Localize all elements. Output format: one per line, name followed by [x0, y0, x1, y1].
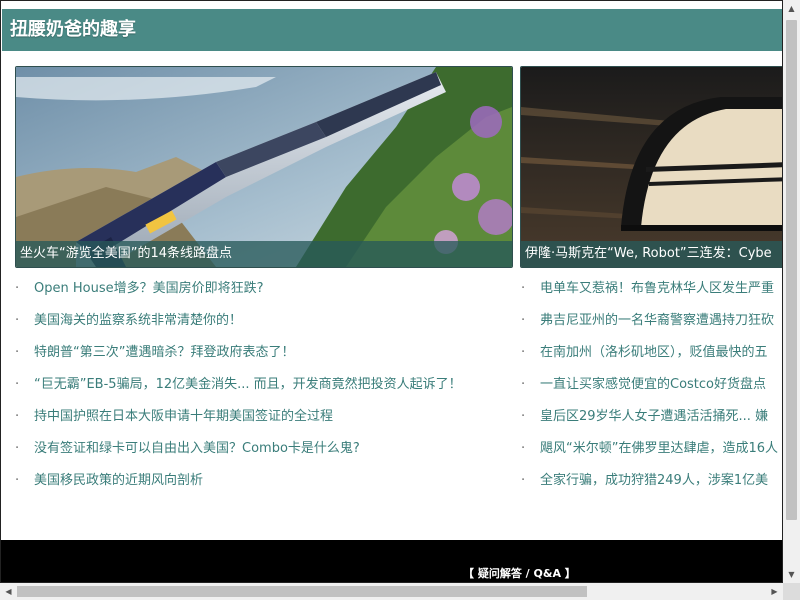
article-link[interactable]: 皇后区29岁华人女子遭遇活活捅死... 嫌	[540, 409, 768, 424]
article-link[interactable]: 在南加州（洛杉矶地区），贬值最快的五	[540, 345, 768, 360]
list-item[interactable]: · 全家行骗，成功狩猎249人，涉案1亿美	[521, 471, 782, 503]
bullet-icon: ·	[15, 313, 20, 328]
article-link[interactable]: 美国移民政策的近期风向剖析	[34, 473, 203, 488]
robotaxi-photo	[521, 67, 782, 267]
faq-link[interactable]: 【 疑问解答 / Q&A 】	[463, 565, 576, 581]
article-link[interactable]: 弗吉尼亚州的一名华裔警察遭遇持刀狂砍	[540, 313, 774, 328]
bullet-icon: ·	[521, 473, 526, 488]
bullet-icon: ·	[521, 441, 526, 456]
train-photo	[16, 67, 512, 267]
page-frame: 扭腰奶爸的趣享 坐火车“游览全美国”的14条线路盘点 伊隆·马斯克在“We, R…	[0, 0, 783, 583]
featured-card-robot[interactable]: 伊隆·马斯克在“We, Robot”三连发：Cybe	[520, 66, 782, 268]
list-item[interactable]: · 特朗普“第三次”遭遇暗杀？拜登政府表态了！	[15, 343, 505, 375]
article-link[interactable]: Open House增多？美国房价即将狂跌?	[34, 281, 264, 296]
list-item[interactable]: · 在南加州（洛杉矶地区），贬值最快的五	[521, 343, 782, 375]
article-list-left: · Open House增多？美国房价即将狂跌? · 美国海关的监察系统非常清楚你的…	[15, 279, 505, 503]
article-link[interactable]: 美国海关的监察系统非常清楚你的！	[34, 313, 242, 328]
list-item[interactable]: · Open House增多？美国房价即将狂跌?	[15, 279, 505, 311]
featured-caption[interactable]: 坐火车“游览全美国”的14条线路盘点	[16, 241, 512, 267]
featured-card-train[interactable]: 坐火车“游览全美国”的14条线路盘点	[15, 66, 513, 268]
site-title[interactable]: 扭腰奶爸的趣享	[10, 19, 136, 40]
list-item[interactable]: · 没有签证和绿卡可以自由出入美国？Combo卡是什么鬼?	[15, 439, 505, 471]
scroll-left-icon[interactable]: ◀	[0, 583, 17, 600]
article-list-right: · 电单车又惹祸！布鲁克林华人区发生严重 · 弗吉尼亚州的一名华裔警察遭遇持刀狂砍 …	[521, 279, 782, 503]
vertical-scroll-thumb[interactable]	[786, 20, 797, 520]
bullet-icon: ·	[15, 281, 20, 296]
list-item[interactable]: · “巨无霸”EB-5骗局，12亿美金消失... 而且，开发商竟然把投资人起诉了！	[15, 375, 505, 407]
scrollbar-corner	[783, 583, 800, 600]
bullet-icon: ·	[521, 313, 526, 328]
list-item[interactable]: · 飓风“米尔顿”在佛罗里达肆虐，造成16人	[521, 439, 782, 471]
article-link[interactable]: 特朗普“第三次”遭遇暗杀？拜登政府表态了！	[34, 345, 294, 360]
bullet-icon: ·	[15, 441, 20, 456]
list-item[interactable]: · 一直让买家感觉便宜的Costco好货盘点	[521, 375, 782, 407]
list-item[interactable]: · 弗吉尼亚州的一名华裔警察遭遇持刀狂砍	[521, 311, 782, 343]
horizontal-scroll-thumb[interactable]	[17, 586, 587, 597]
article-link[interactable]: 一直让买家感觉便宜的Costco好货盘点	[540, 377, 766, 392]
list-item[interactable]: · 美国移民政策的近期风向剖析	[15, 471, 505, 503]
article-link[interactable]: 持中国护照在日本大阪申请十年期美国签证的全过程	[34, 409, 333, 424]
scroll-right-icon[interactable]: ▶	[766, 583, 783, 600]
list-item[interactable]: · 皇后区29岁华人女子遭遇活活捅死... 嫌	[521, 407, 782, 439]
article-link[interactable]: 全家行骗，成功狩猎249人，涉案1亿美	[540, 473, 768, 488]
bullet-icon: ·	[521, 377, 526, 392]
bullet-icon: ·	[15, 473, 20, 488]
featured-caption[interactable]: 伊隆·马斯克在“We, Robot”三连发：Cybe	[521, 241, 782, 267]
scroll-up-icon[interactable]: ▲	[783, 0, 800, 17]
bullet-icon: ·	[521, 409, 526, 424]
vertical-scrollbar[interactable]: ▲ ▼	[783, 0, 800, 583]
site-header: 扭腰奶爸的趣享	[2, 9, 782, 51]
bullet-icon: ·	[15, 345, 20, 360]
list-item[interactable]: · 美国海关的监察系统非常清楚你的！	[15, 311, 505, 343]
bullet-icon: ·	[15, 409, 20, 424]
bullet-icon: ·	[521, 345, 526, 360]
article-link[interactable]: 没有签证和绿卡可以自由出入美国？Combo卡是什么鬼?	[34, 441, 360, 456]
bullet-icon: ·	[521, 281, 526, 296]
article-link[interactable]: 电单车又惹祸！布鲁克林华人区发生严重	[540, 281, 774, 296]
bullet-icon: ·	[15, 377, 20, 392]
article-link[interactable]: 飓风“米尔顿”在佛罗里达肆虐，造成16人	[540, 441, 778, 456]
list-item[interactable]: · 电单车又惹祸！布鲁克林华人区发生严重	[521, 279, 782, 311]
article-link[interactable]: “巨无霸”EB-5骗局，12亿美金消失... 而且，开发商竟然把投资人起诉了！	[34, 377, 462, 392]
scroll-down-icon[interactable]: ▼	[783, 566, 800, 583]
site-footer: 【 疑问解答 / Q&A 】	[1, 540, 782, 582]
list-item[interactable]: · 持中国护照在日本大阪申请十年期美国签证的全过程	[15, 407, 505, 439]
horizontal-scrollbar[interactable]: ◀ ▶	[0, 583, 783, 600]
